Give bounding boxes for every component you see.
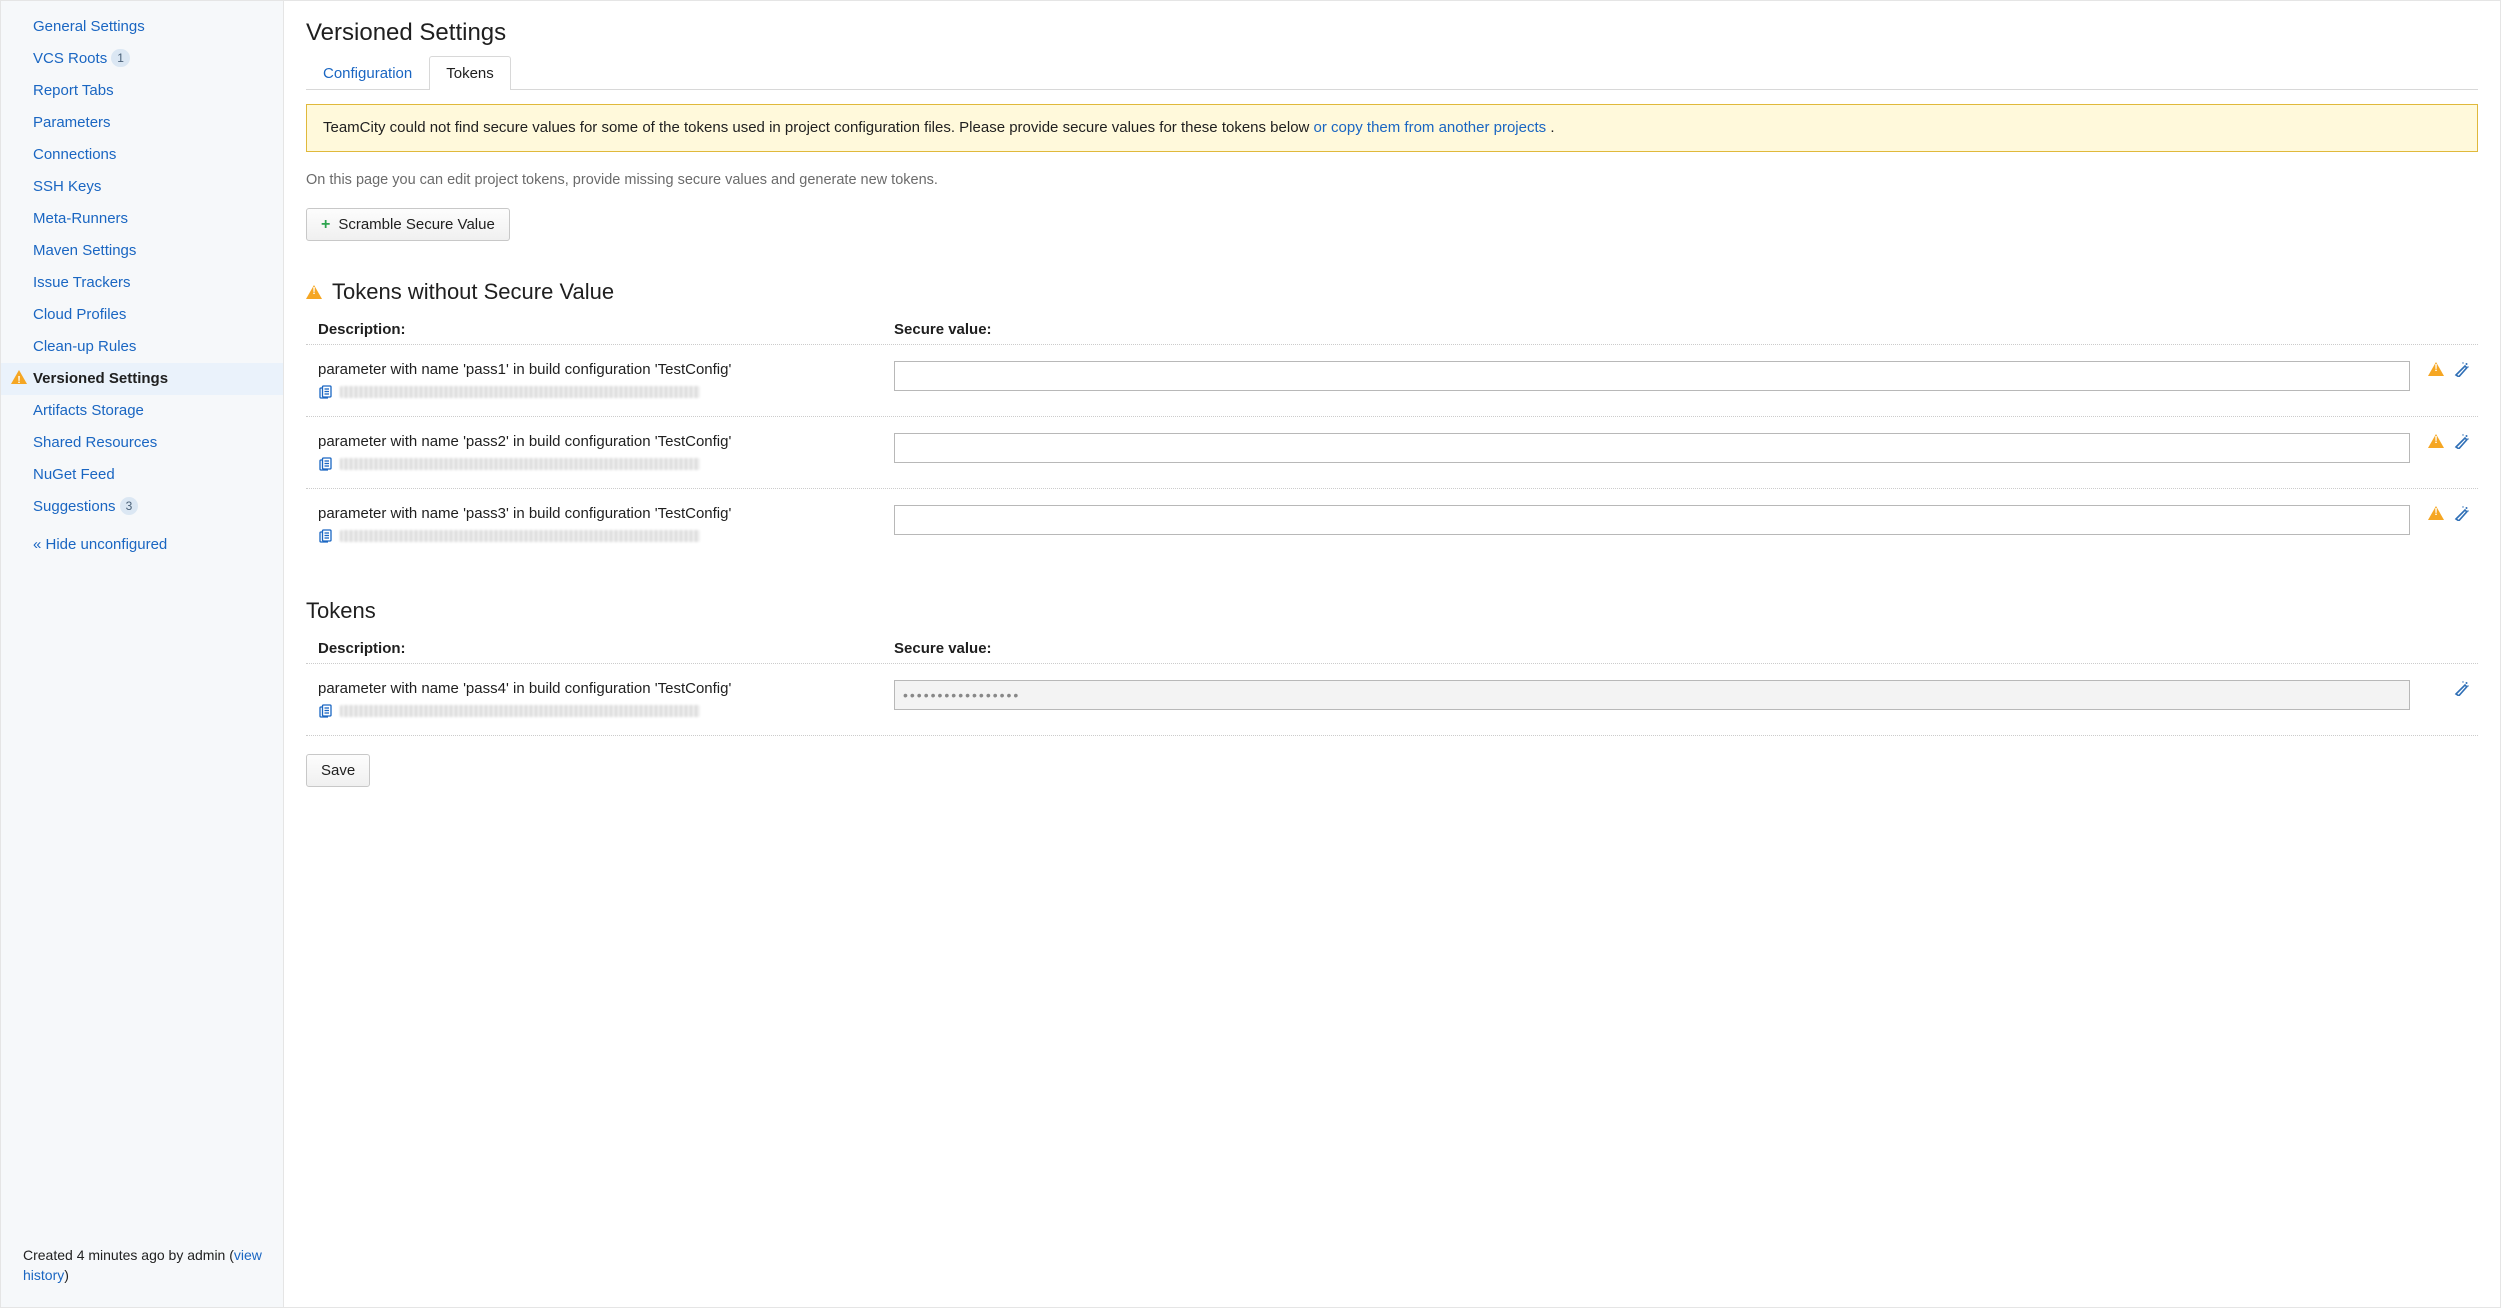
warning-icon: [2428, 362, 2444, 376]
sidebar-footer: Created 4 minutes ago by admin (view his…: [1, 1228, 283, 1307]
section-missing-title: Tokens without Secure Value: [306, 279, 2478, 305]
scramble-secure-value-button[interactable]: + Scramble Secure Value: [306, 208, 510, 241]
edit-wand-icon[interactable]: [2454, 680, 2470, 696]
sidebar: General Settings VCS Roots1 Report Tabs Par…: [1, 1, 284, 1307]
page-title: Versioned Settings: [306, 19, 2478, 47]
token-row: parameter with name 'pass3' in build con…: [306, 488, 2478, 560]
token-description: parameter with name 'pass4' in build con…: [318, 680, 874, 697]
token-row: parameter with name 'pass2' in build con…: [306, 416, 2478, 488]
missing-tokens-header: Description: Secure value:: [306, 315, 2478, 344]
sidebar-footer-suffix: ): [64, 1267, 69, 1283]
token-row: parameter with name 'pass1' in build con…: [306, 344, 2478, 416]
copy-icon: [318, 456, 334, 472]
warning-icon: [11, 370, 27, 384]
helper-text: On this page you can edit project tokens…: [306, 172, 2478, 188]
sidebar-item-label: Versioned Settings: [33, 370, 168, 387]
copy-icon: [318, 703, 334, 719]
warning-suffix: .: [1546, 119, 1554, 136]
sidebar-footer-prefix: Created 4 minutes ago by admin (: [23, 1247, 234, 1263]
tab-tokens[interactable]: Tokens: [429, 56, 511, 90]
sidebar-item-issue-trackers[interactable]: Issue Trackers: [1, 267, 283, 299]
sidebar-item-ssh-keys[interactable]: SSH Keys: [1, 171, 283, 203]
sidebar-item-label: Maven Settings: [33, 242, 136, 259]
secure-value-input[interactable]: [894, 505, 2410, 535]
main-content: Versioned Settings ConfigurationTokens T…: [284, 1, 2500, 1307]
warning-icon: [2428, 434, 2444, 448]
sidebar-item-shared-resources[interactable]: Shared Resources: [1, 427, 283, 459]
token-id-obscured: [340, 458, 700, 470]
col-desc: Description:: [318, 640, 894, 657]
sidebar-item-label: Connections: [33, 146, 116, 163]
sidebar-item-maven-settings[interactable]: Maven Settings: [1, 235, 283, 267]
sidebar-item-label: SSH Keys: [33, 178, 101, 195]
sidebar-item-label: VCS Roots: [33, 50, 107, 67]
tokens-section: Description: Secure value: parameter wit…: [306, 634, 2478, 735]
token-description: parameter with name 'pass2' in build con…: [318, 433, 874, 450]
col-value: Secure value:: [894, 321, 2410, 338]
token-id-obscured: [340, 530, 700, 542]
sidebar-item-connections[interactable]: Connections: [1, 139, 283, 171]
warning-icon: [2428, 506, 2444, 520]
secure-value-input[interactable]: [894, 680, 2410, 710]
sidebar-item-suggestions[interactable]: Suggestions3: [1, 491, 283, 523]
tabs: ConfigurationTokens: [306, 55, 2478, 90]
hide-unconfigured-link[interactable]: « Hide unconfigured: [1, 529, 283, 561]
sidebar-item-artifacts-storage[interactable]: Artifacts Storage: [1, 395, 283, 427]
edit-wand-icon[interactable]: [2454, 361, 2470, 377]
token-id-row: [318, 703, 874, 719]
sidebar-item-label: Issue Trackers: [33, 274, 131, 291]
sidebar-item-nuget-feed[interactable]: NuGet Feed: [1, 459, 283, 491]
secure-value-input[interactable]: [894, 433, 2410, 463]
tokens-header: Description: Secure value:: [306, 634, 2478, 663]
plus-icon: +: [321, 218, 330, 232]
token-id-obscured: [340, 705, 700, 717]
sidebar-item-label: Report Tabs: [33, 82, 114, 99]
app-root: General Settings VCS Roots1 Report Tabs Par…: [0, 0, 2501, 1308]
col-value: Secure value:: [894, 640, 2410, 657]
sidebar-item-label: Clean-up Rules: [33, 338, 136, 355]
token-id-row: [318, 528, 874, 544]
token-id-row: [318, 384, 874, 400]
tab-configuration[interactable]: Configuration: [306, 56, 429, 90]
count-badge: 3: [120, 497, 139, 515]
sidebar-item-label: Meta-Runners: [33, 210, 128, 227]
edit-wand-icon[interactable]: [2454, 505, 2470, 521]
token-id-row: [318, 456, 874, 472]
sidebar-item-label: NuGet Feed: [33, 466, 115, 483]
copy-icon: [318, 528, 334, 544]
token-description: parameter with name 'pass3' in build con…: [318, 505, 874, 522]
token-description: parameter with name 'pass1' in build con…: [318, 361, 874, 378]
sidebar-item-label: Cloud Profiles: [33, 306, 126, 323]
save-button[interactable]: Save: [306, 754, 370, 787]
token-row: parameter with name 'pass4' in build con…: [306, 663, 2478, 735]
count-badge: 1: [111, 49, 130, 67]
sidebar-item-versioned-settings[interactable]: Versioned Settings: [1, 363, 283, 395]
warning-icon: [306, 285, 322, 299]
warning-text: TeamCity could not find secure values fo…: [323, 119, 1314, 136]
sidebar-item-label: Artifacts Storage: [33, 402, 144, 419]
sidebar-item-vcs-roots[interactable]: VCS Roots1: [1, 43, 283, 75]
sidebar-item-general-settings[interactable]: General Settings: [1, 11, 283, 43]
sidebar-item-label: Suggestions: [33, 498, 116, 515]
sidebar-item-parameters[interactable]: Parameters: [1, 107, 283, 139]
token-id-obscured: [340, 386, 700, 398]
sidebar-item-report-tabs[interactable]: Report Tabs: [1, 75, 283, 107]
sidebar-item-meta-runners[interactable]: Meta-Runners: [1, 203, 283, 235]
secure-value-input[interactable]: [894, 361, 2410, 391]
sidebar-list: General Settings VCS Roots1 Report Tabs Par…: [1, 11, 283, 561]
sidebar-item-clean-up-rules[interactable]: Clean-up Rules: [1, 331, 283, 363]
sidebar-item-label: Shared Resources: [33, 434, 157, 451]
section-tokens-title: Tokens: [306, 598, 2478, 624]
missing-tokens-section: Description: Secure value: parameter wit…: [306, 315, 2478, 560]
sidebar-item-label: General Settings: [33, 18, 145, 35]
scramble-label: Scramble Secure Value: [338, 216, 494, 233]
edit-wand-icon[interactable]: [2454, 433, 2470, 449]
copy-icon: [318, 384, 334, 400]
col-desc: Description:: [318, 321, 894, 338]
save-row: Save: [306, 735, 2478, 787]
sidebar-item-label: Parameters: [33, 114, 111, 131]
warning-banner: TeamCity could not find secure values fo…: [306, 104, 2478, 152]
sidebar-item-cloud-profiles[interactable]: Cloud Profiles: [1, 299, 283, 331]
warning-copy-link[interactable]: or copy them from another projects: [1314, 119, 1547, 136]
